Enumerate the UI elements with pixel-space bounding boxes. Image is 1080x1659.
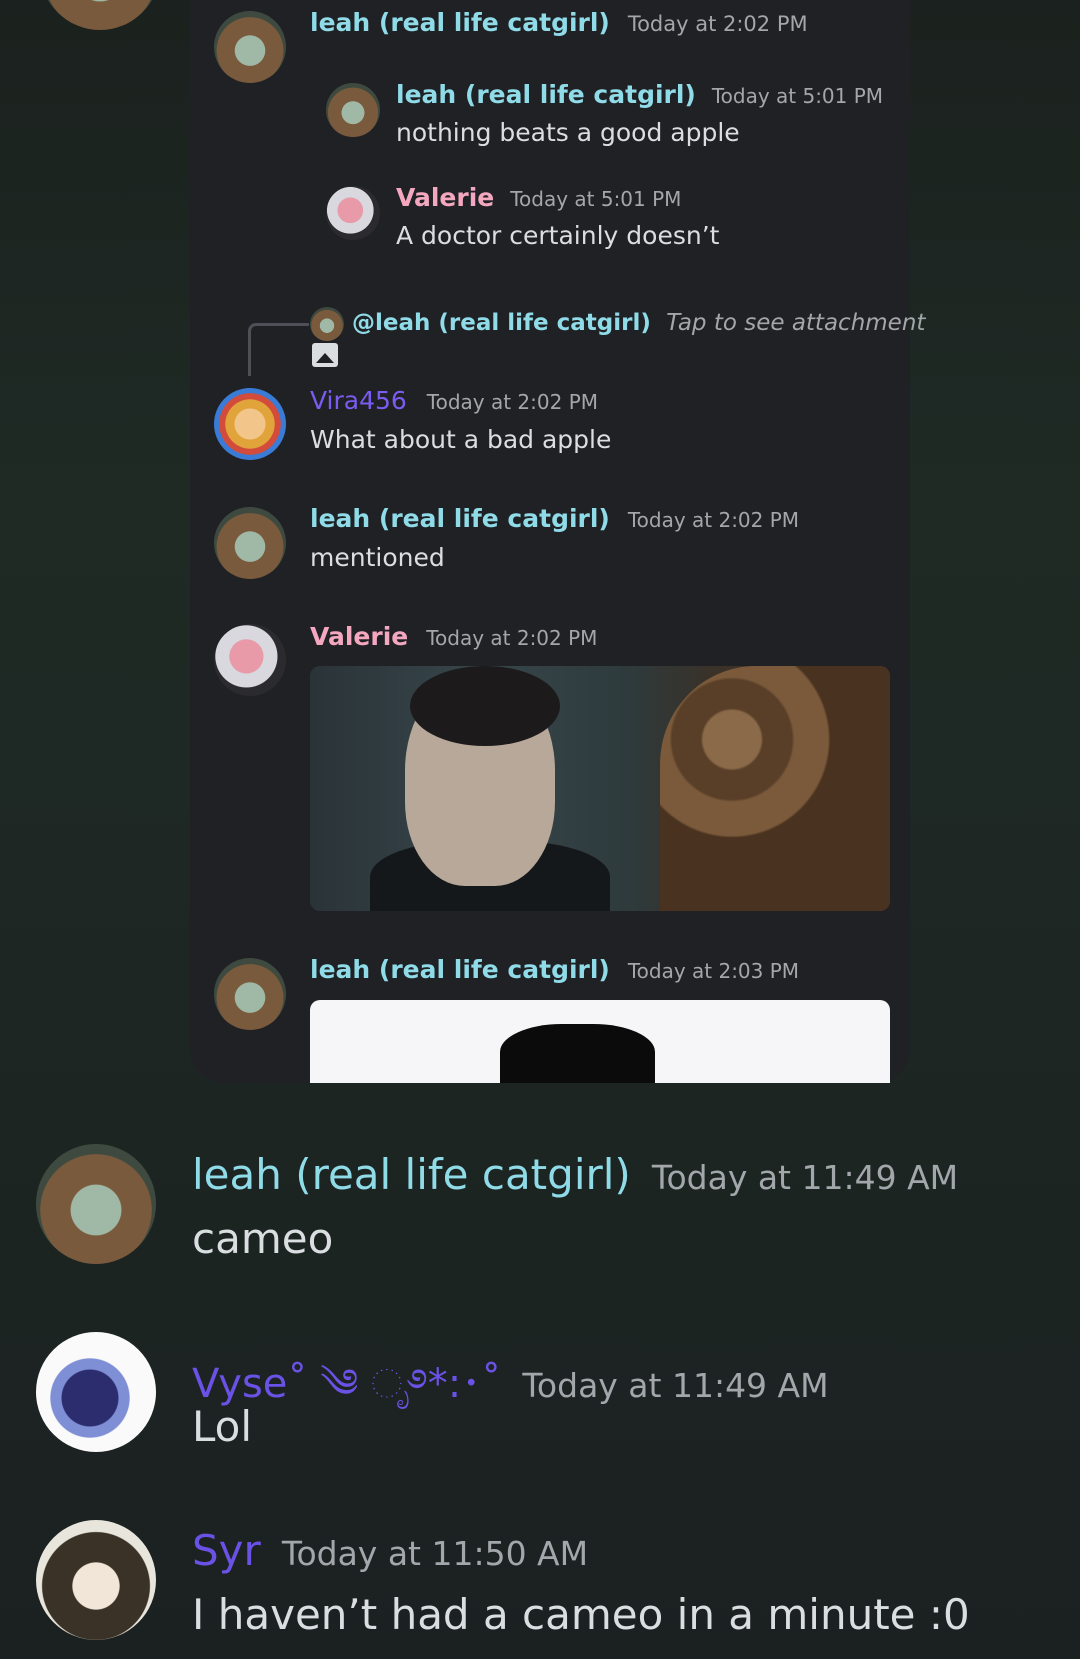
timestamp: Today at 5:01 PM <box>510 187 682 211</box>
timestamp: Today at 2:02 PM <box>426 626 598 650</box>
gif-attachment[interactable] <box>310 666 890 911</box>
message-text: nothing beats a good apple <box>396 118 740 147</box>
avatar-vyse[interactable] <box>36 1332 156 1452</box>
username-valerie[interactable]: Valerie <box>396 183 494 212</box>
timestamp: Today at 2:03 PM <box>627 959 800 983</box>
message-text: A doctor certainly doesn’t <box>396 221 720 250</box>
timestamp: Today at 2:02 PM <box>426 390 599 414</box>
reply-connector <box>248 323 309 376</box>
username-vyse[interactable]: Vyse˚ ༄ ೃ࿔*:･˚ <box>192 1361 501 1407</box>
image-icon <box>312 343 338 367</box>
username-leah[interactable]: leah (real life catgirl) <box>310 504 610 533</box>
avatar-valerie[interactable] <box>326 186 380 240</box>
avatar-leah[interactable] <box>214 958 286 1030</box>
reply-attachment-hint[interactable]: Tap to see attachment <box>666 310 925 336</box>
message-text: cameo <box>192 1214 334 1263</box>
username-leah[interactable]: leah (real life catgirl) <box>396 80 696 109</box>
reply-mention[interactable]: @leah (real life catgirl) <box>352 310 651 336</box>
timestamp: Today at 11:50 AM <box>281 1534 589 1573</box>
avatar-leah[interactable] <box>326 83 380 137</box>
message-text: What about a bad apple <box>310 425 612 454</box>
timestamp: Today at 2:02 PM <box>627 12 808 36</box>
avatar-top-partial[interactable] <box>40 0 160 30</box>
username-syr[interactable]: Syr <box>192 1526 261 1575</box>
timestamp: Today at 5:01 PM <box>711 84 884 108</box>
timestamp: Today at 2:02 PM <box>627 508 800 532</box>
avatar-vira456[interactable] <box>214 388 286 460</box>
username-valerie[interactable]: Valerie <box>310 622 408 651</box>
embedded-screenshot[interactable] <box>190 0 910 1083</box>
image-attachment[interactable] <box>310 1000 890 1083</box>
avatar-leah[interactable] <box>214 11 286 83</box>
message-text: Lol <box>192 1402 253 1451</box>
timestamp: Today at 11:49 AM <box>522 1366 829 1405</box>
username-leah[interactable]: leah (real life catgirl) <box>310 8 610 37</box>
avatar-syr[interactable] <box>36 1520 156 1640</box>
username-vira456[interactable]: Vira456 <box>310 386 407 415</box>
username-leah[interactable]: leah (real life catgirl) <box>310 955 610 984</box>
avatar-leah[interactable] <box>214 507 286 579</box>
avatar-valerie[interactable] <box>214 624 286 696</box>
message-text: mentioned <box>310 543 445 572</box>
avatar-leah[interactable] <box>36 1144 156 1264</box>
username-leah[interactable]: leah (real life catgirl) <box>192 1150 631 1199</box>
message-text: I haven’t had a cameo in a minute :0 <box>192 1590 970 1639</box>
avatar-leah-small <box>310 307 344 341</box>
timestamp: Today at 11:49 AM <box>651 1158 959 1197</box>
